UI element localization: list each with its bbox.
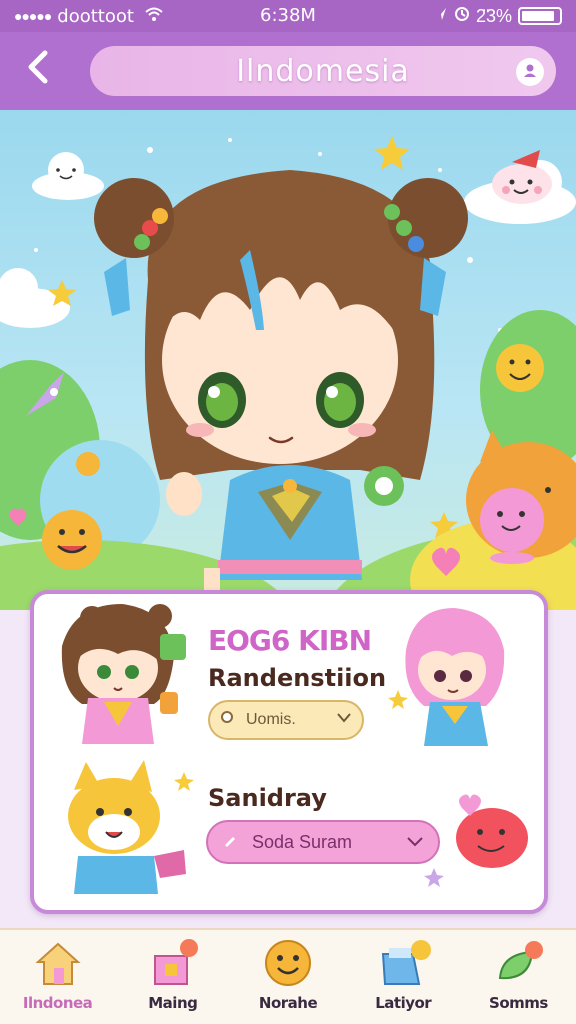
bottom-tab-bar: Ilndonea Maing Norahe Latiyor Somms <box>0 928 576 1024</box>
tab-leaf[interactable]: Somms <box>461 930 576 1024</box>
user-circle-icon <box>520 60 540 85</box>
chevron-down-icon <box>336 711 352 729</box>
folder-box-icon <box>375 938 432 988</box>
hero-scene <box>0 136 576 610</box>
tab-smiley[interactable]: Norahe <box>230 930 345 1024</box>
card-subtitle: Randenstiion <box>208 664 387 692</box>
region-dropdown[interactable]: Uomis. <box>208 700 364 740</box>
tab-label: Latiyor <box>375 994 432 1012</box>
page-title: Ilndomesia <box>236 53 410 89</box>
card-character-name: EOG6 KIBN <box>208 624 372 657</box>
pink-hair-girl-thumbnail <box>405 608 505 746</box>
title-search-pill[interactable]: Ilndomesia <box>90 46 556 96</box>
region-dropdown-value: Uomis. <box>246 711 296 728</box>
chibi-girl-thumbnail <box>61 604 186 744</box>
leaf-icon <box>490 938 546 988</box>
tab-label: Somms <box>489 994 548 1012</box>
magnifier-icon <box>220 710 236 731</box>
tab-label: Maing <box>148 994 198 1012</box>
smiley-icon <box>260 938 316 988</box>
house-icon <box>30 938 86 988</box>
chibi-girl-character <box>94 170 468 608</box>
profile-button[interactable] <box>516 58 544 86</box>
ice-cream-creature <box>492 150 552 204</box>
tab-folder[interactable]: Latiyor <box>346 930 461 1024</box>
style-dropdown-value: Soda Suram <box>252 831 353 852</box>
back-button[interactable] <box>14 44 62 94</box>
hero-illustration <box>0 110 576 610</box>
chevron-left-icon <box>23 47 53 92</box>
cloud-smiley-left <box>32 152 104 200</box>
chevron-down-icon <box>406 832 424 853</box>
red-blob-thumbnail <box>456 794 528 868</box>
gift-box-icon <box>145 938 201 988</box>
profile-card: EOG6 KIBN Randenstiion Uomis. Sanidray S… <box>30 590 548 914</box>
style-dropdown[interactable]: Soda Suram <box>206 820 440 864</box>
status-bar: ●●●●● doottoot 6:38M 2̈3% <box>0 0 576 32</box>
pencil-icon <box>222 832 238 853</box>
yellow-fox-thumbnail <box>68 760 186 894</box>
card-subtitle-2: Sanidray <box>208 784 327 812</box>
battery-icon <box>518 7 562 25</box>
tab-label: Ilndonea <box>22 994 93 1012</box>
status-time: 6:38M <box>260 5 316 26</box>
top-navigation-bar: Ilndomesia <box>0 32 576 110</box>
tab-home[interactable]: Ilndonea <box>0 930 115 1024</box>
tab-gift[interactable]: Maing <box>115 930 230 1024</box>
tab-label: Norahe <box>258 994 318 1012</box>
